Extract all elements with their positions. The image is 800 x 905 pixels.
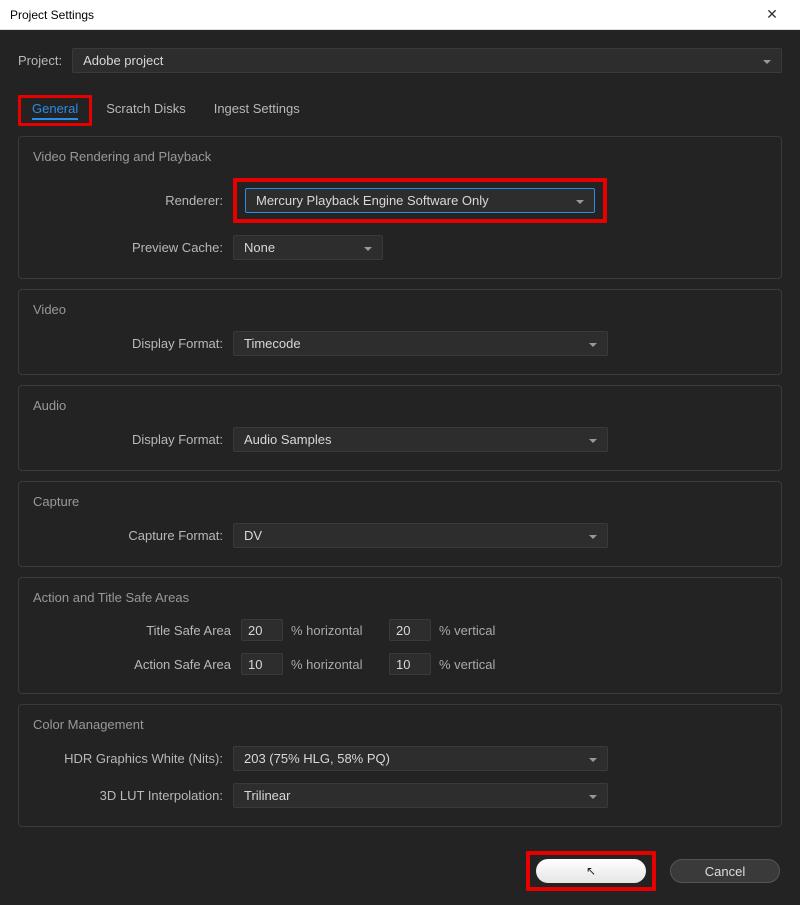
group-capture: Capture Capture Format: DV bbox=[18, 481, 782, 567]
capture-title: Capture bbox=[33, 494, 767, 509]
tab-scratch-disks[interactable]: Scratch Disks bbox=[92, 95, 199, 126]
dialog-footer: ↖ Cancel bbox=[0, 837, 800, 905]
pct-vertical-label-2: % vertical bbox=[439, 657, 529, 672]
capture-format-value: DV bbox=[244, 528, 262, 543]
title-safe-h-input[interactable]: 20 bbox=[241, 619, 283, 641]
tab-ingest-settings[interactable]: Ingest Settings bbox=[200, 95, 314, 126]
renderer-value: Mercury Playback Engine Software Only bbox=[256, 193, 489, 208]
safe-areas-title: Action and Title Safe Areas bbox=[33, 590, 767, 605]
action-safe-v-input[interactable]: 10 bbox=[389, 653, 431, 675]
action-safe-label: Action Safe Area bbox=[33, 657, 233, 672]
project-row: Project: Adobe project bbox=[18, 48, 782, 73]
title-safe-v-input[interactable]: 20 bbox=[389, 619, 431, 641]
audio-format-value: Audio Samples bbox=[244, 432, 331, 447]
window-title: Project Settings bbox=[10, 8, 94, 22]
lut-interp-select[interactable]: Trilinear bbox=[233, 783, 608, 808]
group-video: Video Display Format: Timecode bbox=[18, 289, 782, 375]
renderer-label: Renderer: bbox=[33, 193, 233, 208]
pct-horizontal-label-2: % horizontal bbox=[291, 657, 381, 672]
lut-interp-value: Trilinear bbox=[244, 788, 290, 803]
video-format-select[interactable]: Timecode bbox=[233, 331, 608, 356]
ok-highlight: ↖ bbox=[526, 851, 656, 891]
preview-cache-select[interactable]: None bbox=[233, 235, 383, 260]
video-format-label: Display Format: bbox=[33, 336, 233, 351]
tab-general[interactable]: General bbox=[18, 95, 92, 126]
title-safe-label: Title Safe Area bbox=[33, 623, 233, 638]
group-color-management: Color Management HDR Graphics White (Nit… bbox=[18, 704, 782, 827]
capture-format-label: Capture Format: bbox=[33, 528, 233, 543]
audio-title: Audio bbox=[33, 398, 767, 413]
rendering-title: Video Rendering and Playback bbox=[33, 149, 767, 164]
renderer-highlight: Mercury Playback Engine Software Only bbox=[233, 178, 607, 223]
preview-cache-label: Preview Cache: bbox=[33, 240, 233, 255]
ok-button[interactable]: ↖ bbox=[536, 859, 646, 883]
tabs: General Scratch Disks Ingest Settings bbox=[18, 95, 782, 126]
renderer-select[interactable]: Mercury Playback Engine Software Only bbox=[245, 188, 595, 213]
group-rendering: Video Rendering and Playback Renderer: M… bbox=[18, 136, 782, 279]
audio-format-select[interactable]: Audio Samples bbox=[233, 427, 608, 452]
hdr-white-value: 203 (75% HLG, 58% PQ) bbox=[244, 751, 390, 766]
pct-horizontal-label: % horizontal bbox=[291, 623, 381, 638]
dialog-content: Project: Adobe project General Scratch D… bbox=[0, 30, 800, 827]
video-format-value: Timecode bbox=[244, 336, 301, 351]
hdr-white-label: HDR Graphics White (Nits): bbox=[33, 751, 233, 766]
lut-interp-label: 3D LUT Interpolation: bbox=[33, 788, 233, 803]
cancel-button[interactable]: Cancel bbox=[670, 859, 780, 883]
audio-format-label: Display Format: bbox=[33, 432, 233, 447]
preview-cache-value: None bbox=[244, 240, 275, 255]
hdr-white-select[interactable]: 203 (75% HLG, 58% PQ) bbox=[233, 746, 608, 771]
project-select[interactable]: Adobe project bbox=[72, 48, 782, 73]
video-title: Video bbox=[33, 302, 767, 317]
cursor-icon: ↖ bbox=[586, 864, 596, 878]
titlebar: Project Settings ✕ bbox=[0, 0, 800, 30]
close-icon[interactable]: ✕ bbox=[752, 6, 792, 23]
group-audio: Audio Display Format: Audio Samples bbox=[18, 385, 782, 471]
pct-vertical-label: % vertical bbox=[439, 623, 529, 638]
action-safe-h-input[interactable]: 10 bbox=[241, 653, 283, 675]
project-value: Adobe project bbox=[83, 53, 163, 68]
project-label: Project: bbox=[18, 53, 62, 68]
group-safe-areas: Action and Title Safe Areas Title Safe A… bbox=[18, 577, 782, 694]
capture-format-select[interactable]: DV bbox=[233, 523, 608, 548]
color-management-title: Color Management bbox=[33, 717, 767, 732]
